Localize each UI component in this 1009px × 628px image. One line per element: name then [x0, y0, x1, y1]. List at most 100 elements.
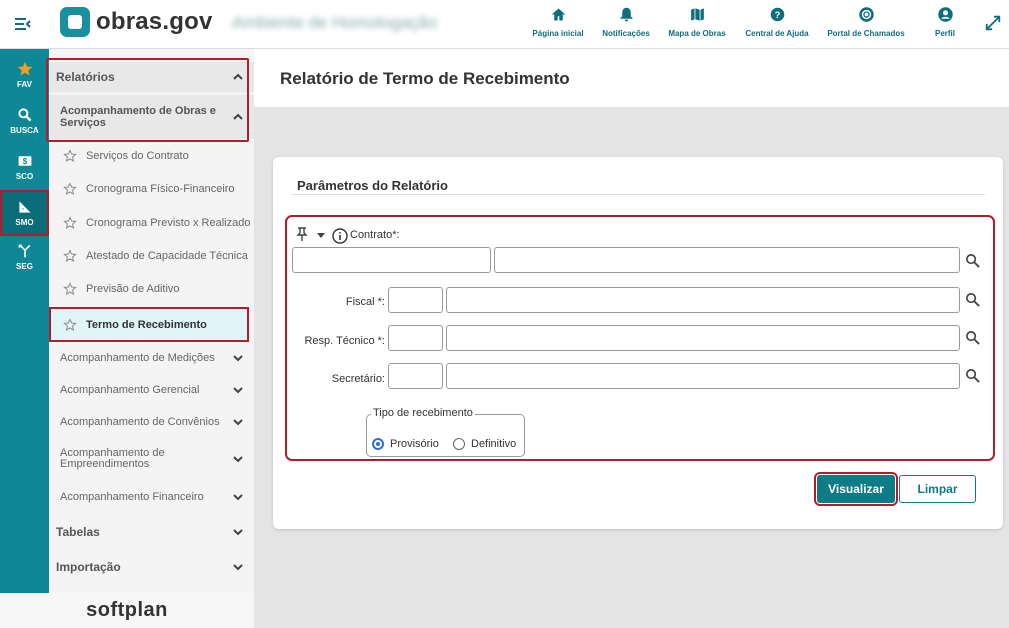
- menu-item-label: Serviços do Contrato: [86, 150, 189, 162]
- fiscal-code-input[interactable]: [388, 287, 443, 313]
- rail-busca[interactable]: BUSCA: [0, 101, 49, 141]
- menu-group-label: Acompanhamento de Empreendimentos: [60, 447, 165, 470]
- chevron-down-icon: [233, 355, 243, 362]
- radio-definitivo-label[interactable]: Definitivo: [471, 438, 516, 450]
- rail-label: SMO: [15, 218, 34, 227]
- rail-label: BUSCA: [10, 126, 39, 135]
- secretario-code-input[interactable]: [388, 363, 443, 389]
- menu-group-convenios[interactable]: Acompanhamento de Convênios: [49, 409, 254, 435]
- secretario-name-input[interactable]: [446, 363, 960, 389]
- menu-section-tabelas[interactable]: Tabelas: [49, 518, 254, 546]
- caret-down-icon[interactable]: [316, 231, 326, 239]
- contrato-code-input[interactable]: [292, 247, 491, 273]
- menu-item-servicos-contrato[interactable]: Serviços do Contrato: [49, 140, 254, 172]
- secretario-label: Secretário:: [331, 373, 385, 385]
- menu-group-label: Acompanhamento de Medições: [60, 352, 215, 364]
- menu-item-previsao-aditivo[interactable]: Previsão de Aditivo: [49, 273, 254, 305]
- menu-group-empreendimentos[interactable]: Acompanhamento de Empreendimentos: [49, 445, 254, 473]
- tipo-recebimento-group: Tipo de recebimento Provisório Definitiv…: [366, 407, 525, 457]
- star-outline-icon[interactable]: [63, 317, 77, 332]
- top-bar: obras.gov Ambiente de Homologação Página…: [0, 0, 1009, 49]
- nav-label: Notificações: [602, 29, 650, 38]
- radio-provisorio-label[interactable]: Provisório: [390, 438, 439, 450]
- page-title: Relatório de Termo de Recebimento: [280, 69, 570, 88]
- limpar-button[interactable]: Limpar: [899, 475, 976, 503]
- ruler-icon: [18, 201, 31, 213]
- chevron-down-icon: [233, 419, 243, 426]
- menu-group-label: Acompanhamento de Convênios: [60, 416, 220, 428]
- expand-icon[interactable]: [984, 14, 1002, 32]
- fiscal-name-input[interactable]: [446, 287, 960, 313]
- chevron-down-icon: [233, 529, 243, 536]
- nav-label: Página inicial: [532, 29, 584, 38]
- menu-item-termo-recebimento[interactable]: Termo de Recebimento: [49, 307, 249, 342]
- star-outline-icon[interactable]: [63, 282, 77, 296]
- menu-group-medicoes[interactable]: Acompanhamento de Medições: [49, 345, 254, 371]
- menu-group-label: Acompanhamento Financeiro: [60, 491, 204, 503]
- rail-smo[interactable]: SMO: [0, 190, 49, 236]
- info-icon[interactable]: [332, 228, 348, 244]
- star-icon: [17, 61, 32, 76]
- visualizar-button[interactable]: Visualizar: [814, 472, 898, 506]
- menu-section-label: Importação: [56, 560, 121, 574]
- parameters-form: Contrato*: Fiscal *: Resp. Técnico *: Se…: [285, 215, 995, 461]
- resp-tecnico-code-input[interactable]: [388, 325, 443, 351]
- brand-logo-icon: [60, 7, 90, 37]
- search-icon[interactable]: [965, 330, 980, 345]
- star-outline-icon[interactable]: [63, 149, 77, 163]
- side-menu: Relatórios Acompanhamento de Obras e Ser…: [46, 49, 254, 593]
- brand-logo[interactable]: obras.gov: [60, 6, 213, 38]
- contrato-description-input[interactable]: [494, 247, 960, 273]
- rail-label: SEG: [16, 262, 33, 271]
- highlight-box: [46, 58, 249, 142]
- resp-tecnico-label: Resp. Técnico *:: [304, 335, 385, 347]
- tipo-recebimento-legend: Tipo de recebimento: [371, 407, 475, 419]
- brand-name: obras.gov: [96, 8, 213, 35]
- nav-profile[interactable]: Perfil: [902, 6, 988, 38]
- nav-label: Perfil: [934, 29, 955, 38]
- page-header: Relatório de Termo de Recebimento: [254, 49, 1009, 107]
- star-outline-icon[interactable]: [63, 216, 77, 230]
- star-outline-icon[interactable]: [63, 249, 77, 263]
- search-icon[interactable]: [965, 292, 980, 307]
- search-icon[interactable]: [965, 253, 980, 268]
- collapse-menu-icon[interactable]: [13, 14, 33, 34]
- rail-label: FAV: [17, 80, 32, 89]
- environment-name: Ambiente de Homologação: [232, 13, 438, 32]
- bell-icon: [620, 7, 632, 22]
- menu-item-label: Atestado de Capacidade Técnica: [86, 250, 248, 262]
- user-icon: [937, 7, 953, 22]
- chevron-down-icon: [233, 387, 243, 394]
- radio-provisorio[interactable]: [372, 438, 384, 450]
- search-icon: [17, 108, 31, 122]
- card-title: Parâmetros do Relatório: [297, 178, 448, 193]
- menu-group-financeiro[interactable]: Acompanhamento Financeiro: [49, 484, 254, 510]
- radio-definitivo[interactable]: [453, 438, 465, 450]
- report-parameters-card: Parâmetros do Relatório Contrato*: Fisca…: [273, 157, 1003, 529]
- menu-item-cronograma-fisico[interactable]: Cronograma Físico-Financeiro: [49, 173, 254, 205]
- home-icon: [551, 8, 565, 21]
- map-icon: [689, 7, 705, 22]
- rail-fav[interactable]: FAV: [0, 55, 49, 95]
- rail-label: SCO: [15, 172, 34, 181]
- divider: [291, 194, 985, 195]
- menu-group-gerencial[interactable]: Acompanhamento Gerencial: [49, 377, 254, 403]
- menu-item-label: Termo de Recebimento: [86, 318, 207, 331]
- menu-section-importacao[interactable]: Importação: [49, 553, 254, 581]
- nav-tickets[interactable]: Portal de Chamados: [823, 6, 909, 38]
- menu-item-label: Cronograma Previsto x Realizado: [86, 217, 251, 229]
- star-outline-icon[interactable]: [63, 182, 77, 196]
- svg-text:$: $: [22, 157, 27, 166]
- search-icon[interactable]: [965, 368, 980, 383]
- lifebuoy-icon: [858, 7, 874, 22]
- pin-icon[interactable]: [295, 227, 309, 241]
- menu-item-cronograma-previsto[interactable]: Cronograma Previsto x Realizado: [49, 207, 254, 239]
- resp-tecnico-name-input[interactable]: [446, 325, 960, 351]
- nav-map[interactable]: Mapa de Obras: [654, 6, 740, 38]
- nav-help[interactable]: ? Central de Ajuda: [734, 6, 820, 38]
- rail-sco[interactable]: $ SCO: [0, 147, 49, 187]
- help-icon: ?: [770, 7, 784, 22]
- menu-item-atestado[interactable]: Atestado de Capacidade Técnica: [49, 240, 254, 272]
- merge-icon: [18, 244, 30, 258]
- rail-seg[interactable]: SEG: [0, 237, 49, 277]
